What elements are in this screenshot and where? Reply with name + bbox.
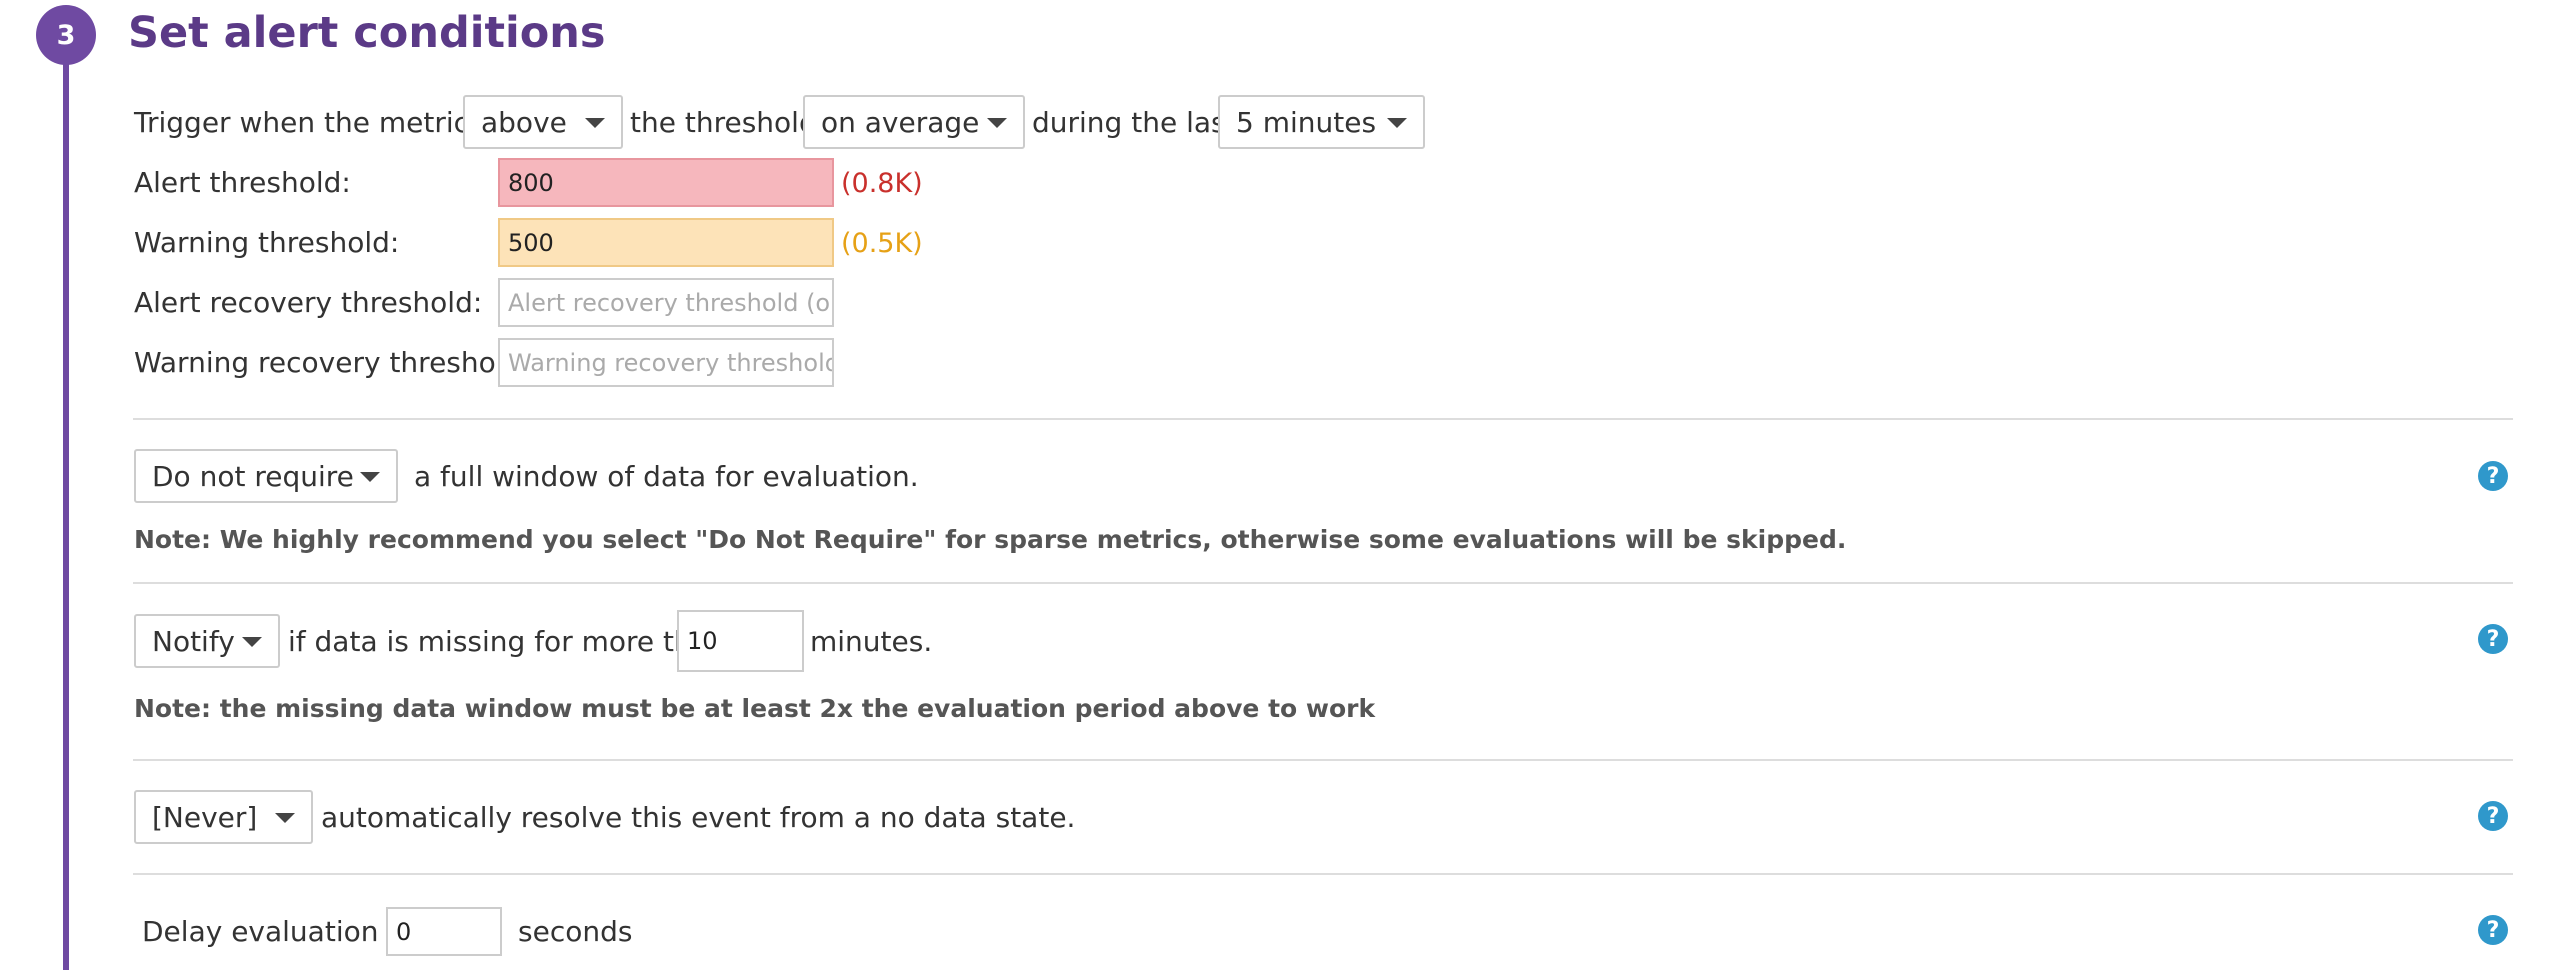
aggregation-select[interactable]: on average [803, 95, 1025, 149]
alert-threshold-label: Alert threshold: [134, 166, 351, 199]
chevron-down-icon [242, 637, 262, 647]
help-icon[interactable]: ? [2478, 801, 2508, 831]
chevron-down-icon [585, 118, 605, 128]
chevron-down-icon [987, 118, 1007, 128]
comparator-select[interactable]: above [463, 95, 623, 149]
warning-recovery-threshold-input[interactable]: Warning recovery threshold [498, 338, 834, 387]
trigger-middle-text: the threshold [630, 106, 817, 139]
delay-seconds-input[interactable]: 0 [386, 907, 502, 956]
aggregation-select-value: on average [821, 105, 980, 139]
warning-threshold-display: (0.5K) [841, 228, 923, 259]
window-select-value: 5 minutes [1236, 105, 1377, 139]
chevron-down-icon [275, 813, 295, 823]
full-window-select[interactable]: Do not require [134, 449, 398, 503]
delay-text-after: seconds [518, 915, 633, 948]
missing-data-minutes-value: 10 [687, 627, 718, 655]
missing-data-minutes-input[interactable]: 10 [677, 610, 804, 672]
missing-data-text-after: minutes. [810, 625, 933, 658]
step-rail [63, 40, 69, 970]
warning-threshold-input[interactable]: 500 [498, 218, 834, 267]
step-number-badge: 3 [36, 5, 96, 65]
warning-threshold-label: Warning threshold: [134, 226, 400, 259]
missing-data-select-value: Notify [152, 624, 235, 658]
help-icon[interactable]: ? [2478, 915, 2508, 945]
divider [133, 873, 2513, 875]
chevron-down-icon [1387, 118, 1407, 128]
alert-recovery-threshold-input[interactable]: Alert recovery threshold (opt [498, 278, 834, 327]
missing-data-note: Note: the missing data window must be at… [134, 694, 1376, 723]
auto-resolve-select-value: [Never] [152, 800, 258, 834]
alert-threshold-value: 800 [508, 168, 554, 197]
full-window-select-value: Do not require [152, 459, 354, 493]
auto-resolve-select[interactable]: [Never] [134, 790, 313, 844]
alert-recovery-threshold-label: Alert recovery threshold: [134, 286, 483, 319]
full-window-note: Note: We highly recommend you select "Do… [134, 525, 1847, 554]
warning-threshold-value: 500 [508, 228, 554, 257]
alert-threshold-input[interactable]: 800 [498, 158, 834, 207]
help-icon[interactable]: ? [2478, 624, 2508, 654]
trigger-during-text: during the last [1032, 106, 1237, 139]
auto-resolve-text: automatically resolve this event from a … [321, 801, 1076, 834]
alert-recovery-threshold-placeholder: Alert recovery threshold (opt [508, 288, 834, 317]
section-title: Set alert conditions [128, 8, 606, 58]
divider [133, 582, 2513, 584]
divider [133, 418, 2513, 420]
warning-recovery-threshold-label: Warning recovery threshold: [134, 346, 531, 379]
help-icon[interactable]: ? [2478, 461, 2508, 491]
divider [133, 759, 2513, 761]
missing-data-select[interactable]: Notify [134, 614, 280, 668]
delay-text-before: Delay evaluation by [142, 915, 422, 948]
warning-recovery-threshold-placeholder: Warning recovery threshold [508, 348, 834, 377]
chevron-down-icon [360, 472, 380, 482]
trigger-prefix-text: Trigger when the metric is [134, 106, 501, 139]
missing-data-text-before: if data is missing for more than [288, 625, 727, 658]
delay-seconds-value: 0 [396, 917, 412, 946]
full-window-text: a full window of data for evaluation. [414, 460, 919, 493]
alert-threshold-display: (0.8K) [841, 168, 923, 199]
window-select[interactable]: 5 minutes [1218, 95, 1425, 149]
comparator-select-value: above [481, 105, 567, 139]
